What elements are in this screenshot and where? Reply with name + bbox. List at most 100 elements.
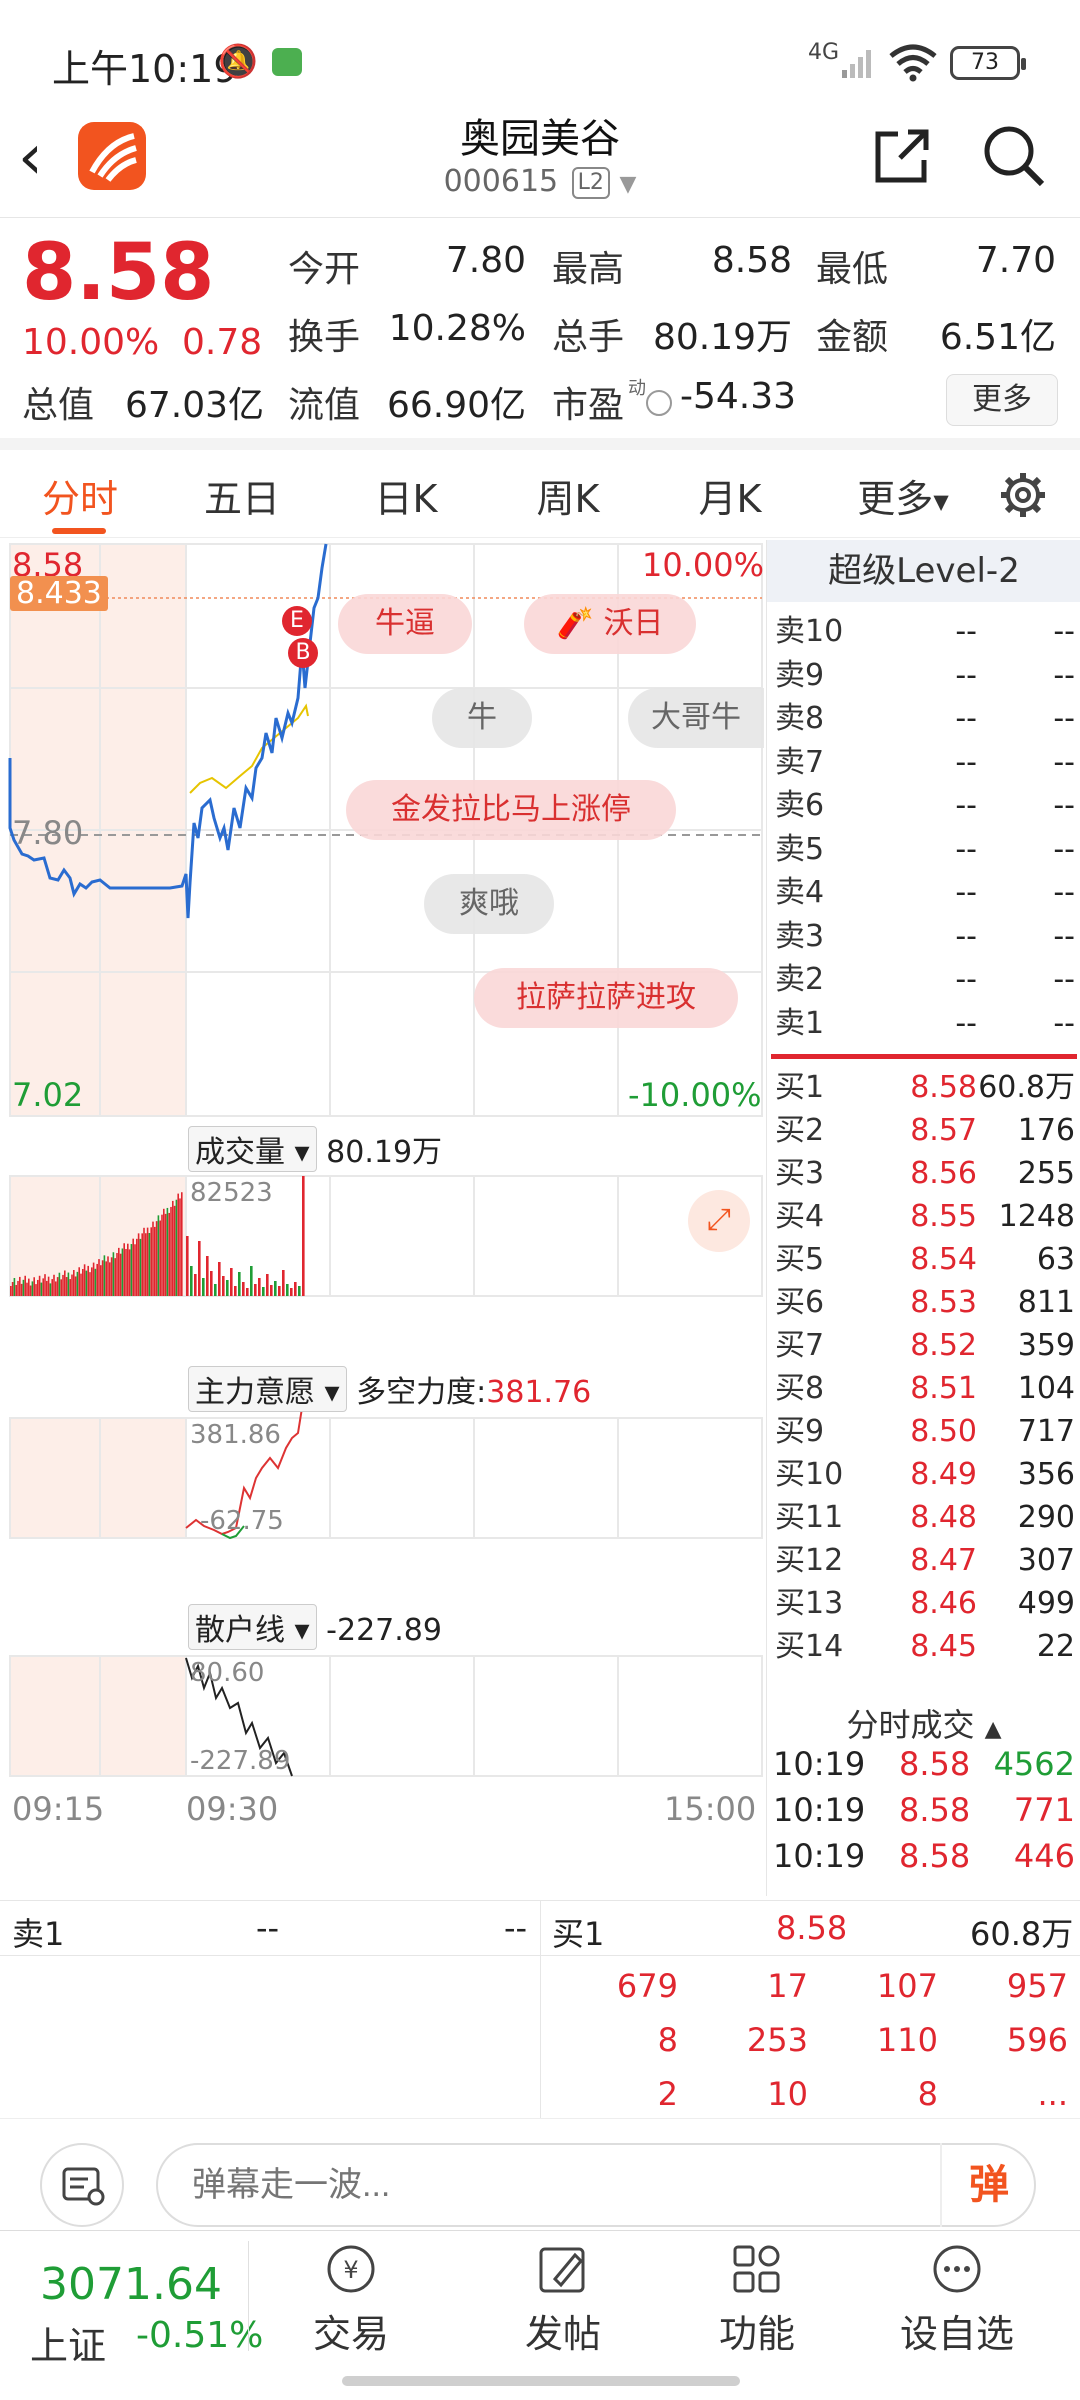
trades-title[interactable]: 分时成交 ▲ [767,1700,1080,1746]
value-open: 7.80 [445,240,526,281]
sell-level-row[interactable]: 卖4 -- -- [773,871,1077,915]
level-volume: -- [1053,875,1075,910]
nav-post[interactable]: 发帖 [488,2241,638,2358]
buy-level-row[interactable]: 买2 8.57 176 [773,1109,1077,1153]
danmu-bubble[interactable]: 拉萨拉萨进攻 [474,968,738,1028]
info-icon[interactable] [646,390,672,416]
buy-level-row[interactable]: 买3 8.56 255 [773,1152,1077,1196]
volume-bar [91,1267,93,1296]
sell-level-row[interactable]: 卖7 -- -- [773,741,1077,785]
level-volume: -- [1053,701,1075,736]
force-header[interactable]: 主力意愿 ▾ 多空力度:381.76 [188,1366,591,1412]
queue-order: 253 [746,2021,808,2059]
share-icon[interactable] [870,124,934,188]
signal-icon [842,50,871,78]
bottom-nav: 3071.64 上证 -0.51% ¥ 交易 发帖 功能 设自选 [0,2230,1080,2368]
sell-level-row[interactable]: 卖3 -- -- [773,915,1077,959]
danmu-bubble[interactable]: 大哥牛 [628,688,764,748]
danmu-bubble[interactable]: 爽哦 [424,874,554,934]
danmu-bubble[interactable]: 🧨 沃日 [524,594,696,654]
buy-level-row[interactable]: 买1 8.58 60.8万 [773,1066,1077,1110]
buy-level-row[interactable]: 买9 8.50 717 [773,1410,1077,1454]
gear-icon[interactable] [998,470,1048,520]
tab-more[interactable]: 更多▼ [838,468,968,523]
volume-bar [65,1277,68,1296]
danmu-bubble[interactable]: 牛 [432,688,532,748]
tab-weekly-k[interactable]: 周K [508,468,628,523]
danmu-settings-icon[interactable] [40,2143,124,2227]
volume-bar [105,1261,107,1296]
marker-e[interactable]: E [282,606,312,636]
trade-volume: 771 [1013,1791,1075,1829]
tab-monthly-k[interactable]: 月K [670,468,790,523]
marker-b[interactable]: B [288,638,318,668]
bid-ask-divider [771,1054,1077,1059]
send-danmu-button[interactable]: 弹 [940,2143,1036,2227]
sell-level-row[interactable]: 卖6 -- -- [773,784,1077,828]
nav-trade[interactable]: ¥ 交易 [276,2241,426,2358]
buy-level-row[interactable]: 买6 8.53 811 [773,1281,1077,1325]
order-book-title: 超级Level-2 [767,540,1080,602]
force-indicator-select[interactable]: 主力意愿 ▾ [188,1366,347,1412]
volume-bar [210,1271,213,1296]
volume-bar [110,1257,113,1296]
volume-header[interactable]: 成交量 ▾ 80.19万 [188,1126,442,1172]
buy-level-row[interactable]: 买8 8.51 104 [773,1367,1077,1411]
sell-level-row[interactable]: 卖1 -- -- [773,1002,1077,1046]
level-price: -- [955,962,977,997]
volume-indicator-select[interactable]: 成交量 ▾ [188,1126,317,1172]
volume-bar [218,1262,221,1296]
volume-bar [226,1280,229,1296]
sell-level-row[interactable]: 卖10 -- -- [773,610,1077,654]
level-price: 8.54 [910,1242,977,1277]
level-price: 8.50 [910,1414,977,1449]
buy-level-row[interactable]: 买12 8.47 307 [773,1539,1077,1583]
queue-order: ... [1037,2075,1068,2113]
volume-bar [181,1192,183,1296]
search-icon[interactable] [980,122,1048,190]
volume-bar [31,1281,34,1296]
expand-icon[interactable]: ⤢ [688,1190,750,1252]
level-volume: 1248 [998,1199,1075,1234]
sell-level-row[interactable]: 卖8 -- -- [773,697,1077,741]
tab-intraday[interactable]: 分时 [20,468,140,523]
level-volume: 255 [1017,1156,1075,1191]
volume-bar [246,1288,249,1296]
level-volume: -- [1053,962,1075,997]
buy-level-row[interactable]: 买4 8.55 1248 [773,1195,1077,1239]
trade-icon: ¥ [327,2245,375,2293]
buy-level-row[interactable]: 买7 8.52 359 [773,1324,1077,1368]
danmu-bubble[interactable]: 牛逼 [338,594,472,654]
nav-trade-label: 交易 [312,2312,389,2356]
nav-functions[interactable]: 功能 [682,2241,832,2358]
intraday-chart[interactable]: 8.58 8.433 7.80 7.02 10.00% -10.00% E B … [0,538,764,1898]
volume-bar [128,1249,131,1296]
volume-bar [148,1232,151,1296]
order-book[interactable]: 超级Level-2 卖10 -- -- 卖9 -- -- 卖8 -- -- 卖7 --… [766,540,1080,1896]
chart-tabs: 分时 五日 日K 周K 月K 更多▼ [0,450,1080,538]
sell-level-row[interactable]: 卖5 -- -- [773,828,1077,872]
tab-daily-k[interactable]: 日K [346,468,466,523]
app-notification-icon [272,48,302,76]
nav-add-watchlist[interactable]: 设自选 [882,2241,1032,2358]
retail-indicator-select[interactable]: 散户线 ▾ [188,1604,317,1650]
buy-level-row[interactable]: 买14 8.45 22 [773,1625,1077,1669]
home-indicator[interactable] [342,2376,740,2386]
axis-pct-top: 10.00% [642,546,765,584]
buy-level-row[interactable]: 买13 8.46 499 [773,1582,1077,1626]
sell-level-row[interactable]: 卖2 -- -- [773,958,1077,1002]
volume-bar [69,1279,71,1296]
retail-header[interactable]: 散户线 ▾ -227.89 [188,1604,442,1650]
sell-level-row[interactable]: 卖9 -- -- [773,654,1077,698]
level-name: 卖2 [775,962,825,997]
buy-level-row[interactable]: 买10 8.49 356 [773,1453,1077,1497]
danmu-bubble[interactable]: 金发拉比马上涨停 [346,780,676,840]
buy-level-row[interactable]: 买5 8.54 63 [773,1238,1077,1282]
volume-bar [238,1272,241,1296]
chevron-down-icon: ▼ [619,172,637,197]
more-button[interactable]: 更多 [946,374,1058,426]
tab-five-day[interactable]: 五日 [182,468,302,523]
volume-bar [103,1255,106,1296]
buy-level-row[interactable]: 买11 8.48 290 [773,1496,1077,1540]
danmu-input[interactable] [156,2143,1036,2227]
